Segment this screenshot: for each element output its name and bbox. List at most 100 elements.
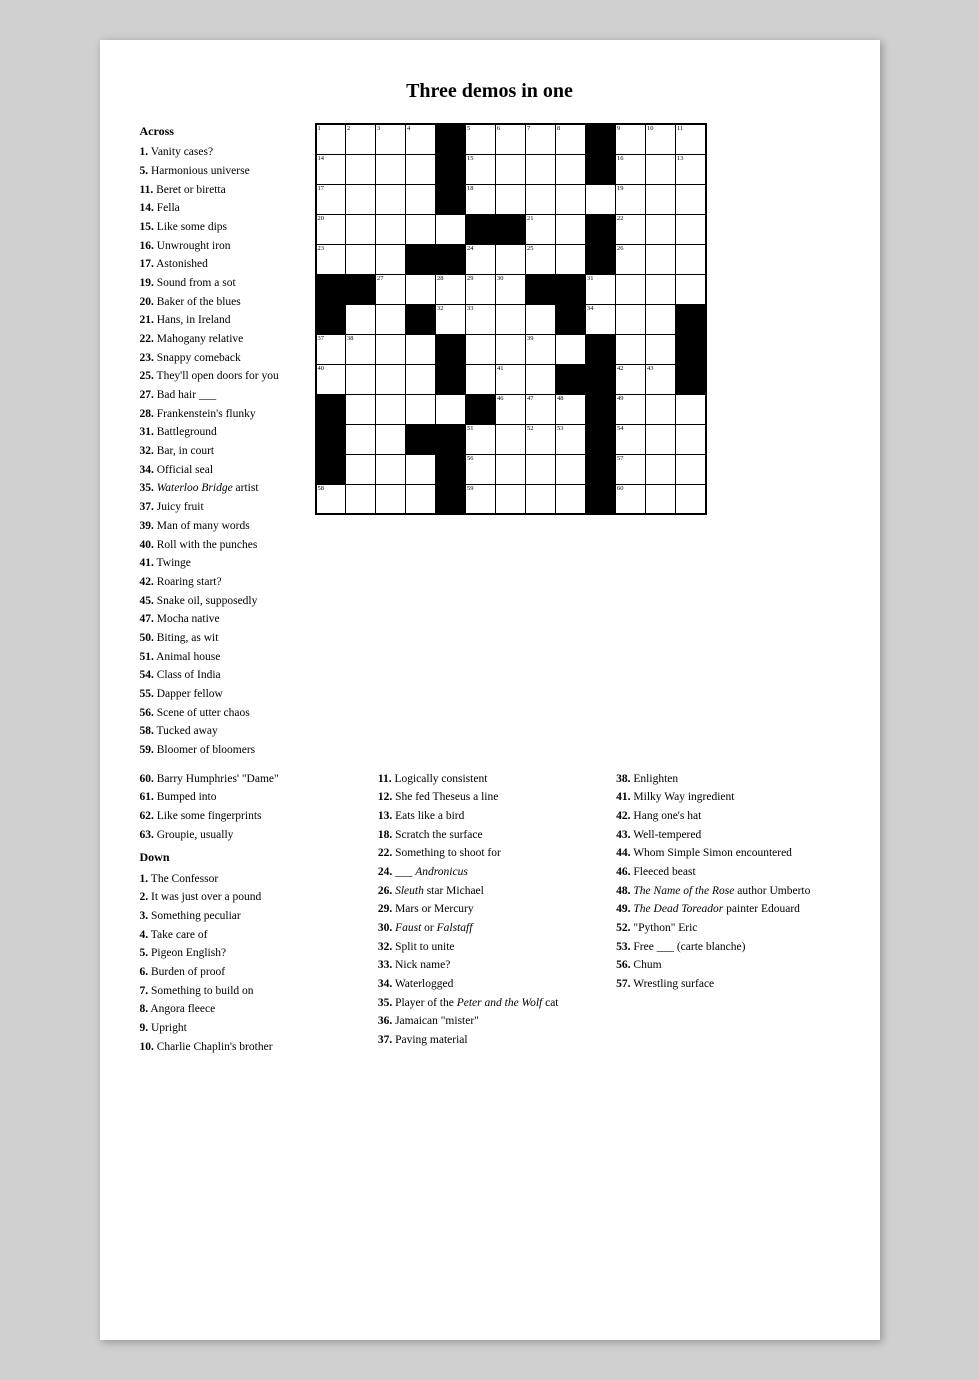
grid-cell[interactable] <box>646 184 676 214</box>
grid-cell[interactable] <box>526 304 556 334</box>
grid-cell[interactable]: 30 <box>496 274 526 304</box>
grid-cell[interactable] <box>556 304 586 334</box>
grid-cell[interactable] <box>556 484 586 514</box>
grid-cell[interactable]: 26 <box>616 244 646 274</box>
grid-cell[interactable] <box>466 214 496 244</box>
grid-cell[interactable] <box>526 154 556 184</box>
grid-cell[interactable] <box>496 334 526 364</box>
grid-cell[interactable] <box>346 304 376 334</box>
grid-cell[interactable] <box>406 364 436 394</box>
grid-cell[interactable] <box>556 154 586 184</box>
grid-cell[interactable] <box>436 454 466 484</box>
grid-cell[interactable] <box>406 184 436 214</box>
grid-cell[interactable] <box>376 484 406 514</box>
grid-cell[interactable]: 43 <box>646 364 676 394</box>
grid-cell[interactable] <box>346 364 376 394</box>
grid-cell[interactable]: 10 <box>646 124 676 154</box>
grid-cell[interactable] <box>586 334 616 364</box>
grid-cell[interactable] <box>646 394 676 424</box>
grid-cell[interactable] <box>646 424 676 454</box>
grid-cell[interactable] <box>406 394 436 424</box>
grid-cell[interactable] <box>556 454 586 484</box>
grid-cell[interactable] <box>436 394 466 424</box>
grid-cell[interactable] <box>376 454 406 484</box>
grid-cell[interactable] <box>496 484 526 514</box>
grid-cell[interactable] <box>316 394 346 424</box>
grid-cell[interactable]: 29 <box>466 274 496 304</box>
grid-cell[interactable] <box>556 214 586 244</box>
grid-cell[interactable]: 24 <box>466 244 496 274</box>
grid-cell[interactable] <box>376 364 406 394</box>
grid-cell[interactable]: 41 <box>496 364 526 394</box>
grid-cell[interactable] <box>436 244 466 274</box>
grid-cell[interactable]: 20 <box>316 214 346 244</box>
grid-cell[interactable]: 19 <box>616 184 646 214</box>
grid-cell[interactable]: 49 <box>616 394 646 424</box>
grid-cell[interactable] <box>316 454 346 484</box>
grid-cell[interactable]: 7 <box>526 124 556 154</box>
grid-cell[interactable] <box>496 244 526 274</box>
grid-cell[interactable] <box>466 364 496 394</box>
grid-cell[interactable] <box>496 424 526 454</box>
grid-cell[interactable]: 27 <box>376 274 406 304</box>
grid-cell[interactable]: 34 <box>586 304 616 334</box>
grid-cell[interactable]: 37 <box>316 334 346 364</box>
grid-cell[interactable] <box>646 214 676 244</box>
grid-cell[interactable] <box>646 454 676 484</box>
grid-cell[interactable] <box>376 154 406 184</box>
grid-cell[interactable] <box>376 244 406 274</box>
grid-cell[interactable] <box>676 184 706 214</box>
grid-cell[interactable] <box>646 304 676 334</box>
grid-cell[interactable] <box>496 304 526 334</box>
grid-cell[interactable] <box>316 274 346 304</box>
grid-cell[interactable] <box>496 454 526 484</box>
grid-cell[interactable]: 59 <box>466 484 496 514</box>
grid-cell[interactable] <box>556 184 586 214</box>
grid-cell[interactable] <box>436 424 466 454</box>
grid-cell[interactable]: 40 <box>316 364 346 394</box>
grid-cell[interactable] <box>616 274 646 304</box>
grid-cell[interactable] <box>526 274 556 304</box>
grid-cell[interactable] <box>406 154 436 184</box>
grid-cell[interactable]: 6 <box>496 124 526 154</box>
grid-cell[interactable] <box>466 334 496 364</box>
grid-cell[interactable] <box>376 304 406 334</box>
grid-cell[interactable] <box>436 124 466 154</box>
grid-cell[interactable]: 13 <box>676 154 706 184</box>
grid-cell[interactable]: 9 <box>616 124 646 154</box>
grid-cell[interactable] <box>586 184 616 214</box>
grid-cell[interactable] <box>376 424 406 454</box>
grid-cell[interactable] <box>436 184 466 214</box>
grid-cell[interactable] <box>346 214 376 244</box>
grid-cell[interactable] <box>526 184 556 214</box>
grid-cell[interactable] <box>436 214 466 244</box>
grid-cell[interactable] <box>676 364 706 394</box>
grid-cell[interactable] <box>586 484 616 514</box>
grid-cell[interactable] <box>376 184 406 214</box>
grid-cell[interactable] <box>316 304 346 334</box>
grid-cell[interactable] <box>556 334 586 364</box>
grid-cell[interactable]: 58 <box>316 484 346 514</box>
grid-cell[interactable]: 47 <box>526 394 556 424</box>
grid-cell[interactable]: 14 <box>316 154 346 184</box>
grid-cell[interactable]: 5 <box>466 124 496 154</box>
grid-cell[interactable] <box>526 484 556 514</box>
grid-cell[interactable]: 17 <box>316 184 346 214</box>
grid-cell[interactable] <box>586 214 616 244</box>
grid-cell[interactable] <box>676 244 706 274</box>
grid-cell[interactable] <box>406 424 436 454</box>
grid-cell[interactable]: 16 <box>616 154 646 184</box>
grid-cell[interactable] <box>406 484 436 514</box>
grid-cell[interactable] <box>436 334 466 364</box>
grid-cell[interactable] <box>406 274 436 304</box>
grid-cell[interactable] <box>406 334 436 364</box>
grid-cell[interactable] <box>526 454 556 484</box>
grid-cell[interactable] <box>646 484 676 514</box>
grid-cell[interactable]: 48 <box>556 394 586 424</box>
grid-cell[interactable] <box>526 364 556 394</box>
grid-cell[interactable] <box>676 304 706 334</box>
grid-cell[interactable] <box>586 124 616 154</box>
grid-cell[interactable] <box>646 274 676 304</box>
grid-cell[interactable]: 25 <box>526 244 556 274</box>
grid-cell[interactable] <box>346 424 376 454</box>
